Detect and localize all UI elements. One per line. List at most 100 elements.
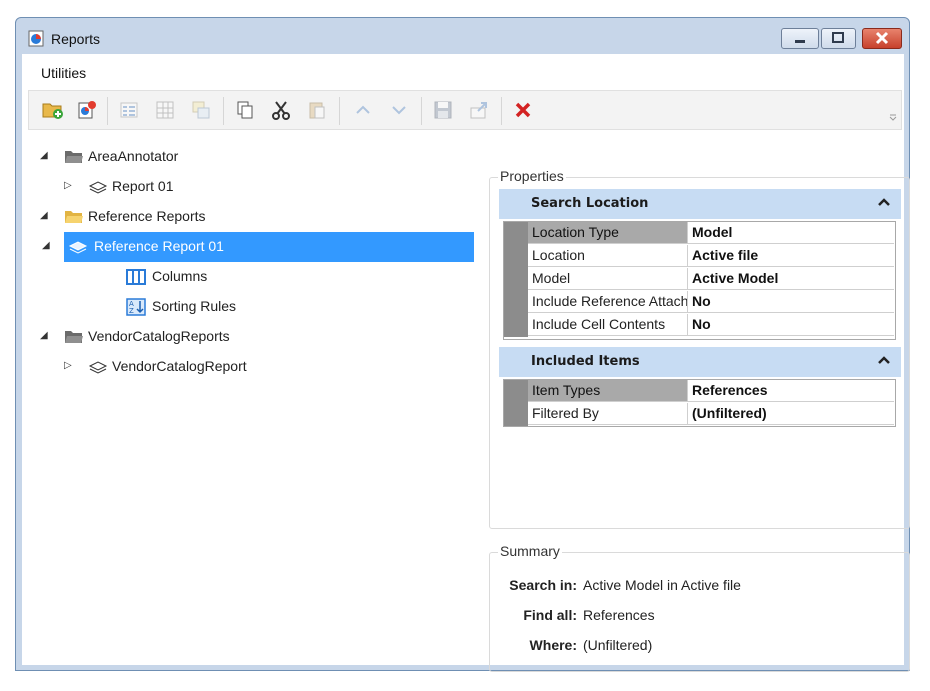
property-name: Location: [528, 245, 688, 267]
move-down-button[interactable]: [383, 95, 415, 125]
tree-node-report-01[interactable]: ▷ Report 01: [64, 172, 460, 202]
chevron-up-icon[interactable]: [877, 195, 891, 209]
summary-value: References: [583, 607, 655, 623]
tree-node-sorting-rules[interactable]: AZ Sorting Rules: [126, 292, 426, 322]
report-add-icon: [78, 101, 96, 119]
expanded-arrow-icon[interactable]: ◢: [40, 151, 50, 161]
minimize-button[interactable]: [781, 28, 819, 49]
window-title: Reports: [51, 31, 101, 47]
folder-open-yellow-icon: [65, 211, 83, 223]
tree-node-reference-report-01[interactable]: ◢ Reference Report 01: [42, 232, 474, 262]
property-name: Filtered By: [528, 403, 688, 425]
tree-node-columns[interactable]: Columns: [126, 262, 426, 292]
minimize-icon: [795, 40, 805, 43]
tree-label: Report 01: [112, 178, 174, 194]
summary-value: (Unfiltered): [583, 637, 653, 653]
tree-node-vendorcatalogreport[interactable]: ▷ VendorCatalogReport: [64, 352, 460, 382]
summary-title: Summary: [498, 543, 562, 559]
chevron-down-icon: [392, 106, 406, 115]
tree-label: Sorting Rules: [152, 298, 237, 314]
summary-label: Where:: [529, 637, 577, 653]
report-tree: ◢ AreaAnnotator ▷ Report 01 ◢ Reference …: [22, 142, 474, 662]
tree-node-vendorcatalogreports[interactable]: ◢ VendorCatalogReports: [40, 322, 460, 352]
property-value[interactable]: Active Model: [688, 268, 894, 290]
folder-open-icon: [65, 151, 83, 163]
filter-icon: [192, 101, 210, 119]
toolbar: [28, 90, 902, 130]
paste-button[interactable]: [301, 95, 333, 125]
close-icon: [875, 31, 889, 45]
expanded-arrow-icon[interactable]: ◢: [40, 331, 50, 341]
delete-button[interactable]: [507, 95, 539, 125]
summary-label: Search in:: [509, 577, 577, 593]
list-icon: [120, 102, 138, 118]
export-icon: [470, 102, 487, 119]
properties-title: Properties: [498, 168, 566, 184]
save-button[interactable]: [427, 95, 459, 125]
folder-open-icon: [65, 331, 83, 343]
property-value[interactable]: (Unfiltered): [688, 403, 894, 425]
paste-icon: [309, 102, 325, 119]
menu-utilities[interactable]: Utilities: [41, 65, 86, 81]
included-items-header[interactable]: Included Items: [499, 347, 901, 377]
included-items-grid: Item Types References Filtered By (Unfil…: [503, 379, 896, 427]
folder-add-icon: [42, 103, 63, 119]
title-bar[interactable]: Reports: [16, 18, 909, 54]
properties-panel: Properties Search Location Location Type…: [489, 168, 910, 529]
new-folder-button[interactable]: [37, 95, 69, 125]
property-name: Model: [528, 268, 688, 290]
reports-app-icon: [28, 30, 44, 47]
tree-label: Reference Reports: [88, 208, 206, 224]
export-button[interactable]: [463, 95, 495, 125]
collapsed-arrow-icon[interactable]: ▷: [64, 361, 74, 371]
chevron-up-icon: [356, 105, 370, 114]
save-icon: [434, 101, 452, 119]
expanded-arrow-icon[interactable]: ◢: [42, 241, 52, 251]
search-location-header[interactable]: Search Location: [499, 189, 901, 219]
property-value[interactable]: Model: [688, 222, 894, 244]
toolbar-overflow-icon[interactable]: [889, 113, 897, 121]
reports-window: Reports Utilities ◢ AreaAnnotator ▷ Repo…: [15, 17, 910, 672]
filter-button[interactable]: [185, 95, 217, 125]
expanded-arrow-icon[interactable]: ◢: [40, 211, 50, 221]
grid-icon: [156, 101, 174, 119]
svg-text:Z: Z: [129, 307, 134, 315]
property-name: Item Types: [528, 380, 688, 402]
report-layers-icon: [68, 241, 88, 254]
collapsed-arrow-icon[interactable]: ▷: [64, 181, 74, 191]
property-name: Include Reference Attachments: [528, 291, 688, 313]
new-report-button[interactable]: [71, 95, 103, 125]
tree-label: Columns: [152, 268, 208, 284]
scissors-icon: [272, 101, 290, 120]
summary-value: Active Model in Active file: [583, 577, 741, 593]
copy-button[interactable]: [229, 95, 261, 125]
cut-button[interactable]: [265, 95, 297, 125]
chevron-up-icon[interactable]: [877, 353, 891, 367]
summary-label: Find all:: [523, 607, 577, 623]
maximize-icon: [832, 32, 844, 43]
property-value[interactable]: References: [688, 380, 894, 402]
tree-node-areaannotator[interactable]: ◢ AreaAnnotator: [40, 142, 460, 172]
property-name: Location Type: [528, 222, 688, 244]
maximize-button[interactable]: [821, 28, 856, 49]
tree-node-reference-reports[interactable]: ◢ Reference Reports: [40, 202, 460, 232]
columns-icon: [126, 269, 146, 285]
move-up-button[interactable]: [347, 95, 379, 125]
copy-icon: [237, 101, 253, 119]
menu-bar: Utilities: [22, 54, 904, 88]
search-location-grid: Location Type Model Location Active file…: [503, 221, 896, 340]
report-layers-icon: [88, 181, 108, 194]
property-value[interactable]: No: [688, 291, 894, 313]
report-layers-icon: [88, 361, 108, 374]
property-name: Include Cell Contents: [528, 314, 688, 336]
grid-button[interactable]: [149, 95, 181, 125]
sort-az-icon: AZ: [126, 298, 146, 316]
close-button[interactable]: [862, 28, 902, 49]
list-button[interactable]: [113, 95, 145, 125]
section-title: Search Location: [531, 196, 649, 211]
summary-panel: Summary Search in: Active Model in Activ…: [489, 543, 910, 672]
property-value[interactable]: Active file: [688, 245, 894, 267]
tree-label: Reference Report 01: [94, 238, 224, 254]
property-value[interactable]: No: [688, 314, 894, 336]
red-x-icon: [515, 102, 531, 118]
